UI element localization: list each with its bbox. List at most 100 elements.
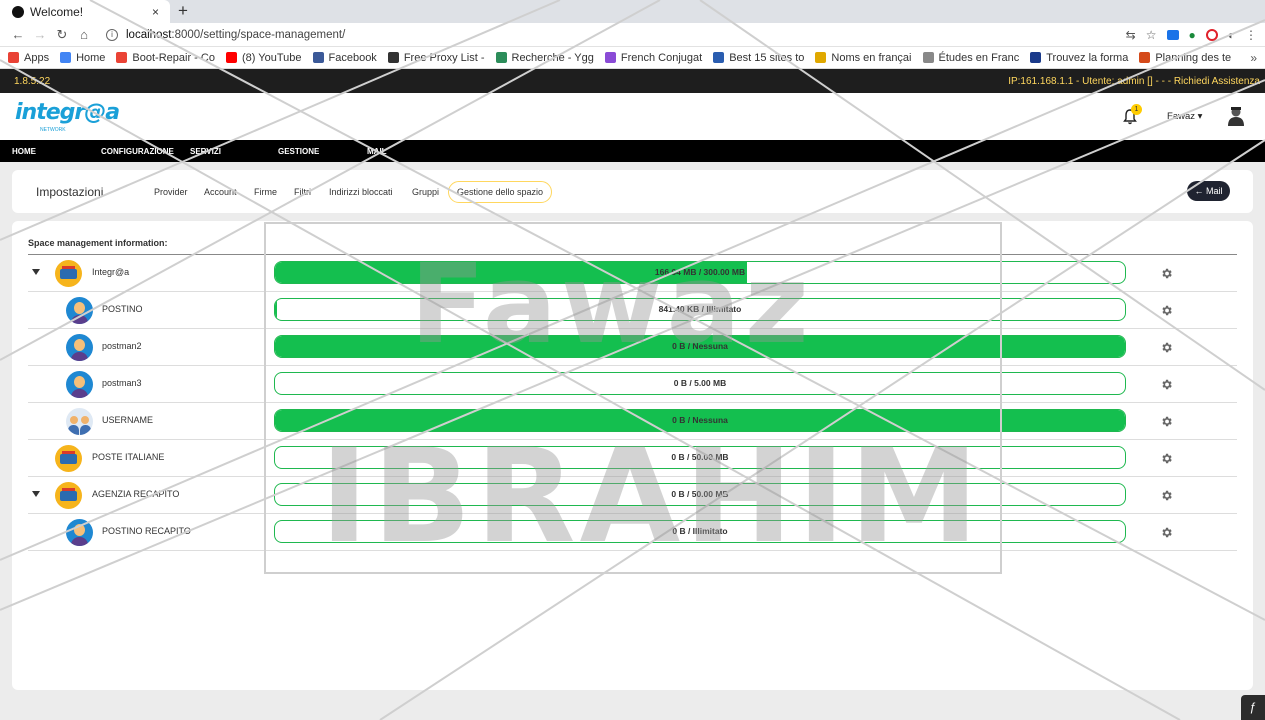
extension-grey-icon[interactable]: ◐ [1228, 28, 1235, 42]
gear-icon[interactable] [1160, 452, 1173, 465]
star-icon[interactable]: ☆ [1146, 28, 1157, 42]
bookmark-item[interactable]: Free Proxy List - [387, 51, 485, 64]
bookmark-icon [225, 52, 237, 63]
bookmark-icon [604, 52, 616, 63]
gear-icon[interactable] [1160, 341, 1173, 354]
gear-icon[interactable] [1160, 526, 1173, 539]
tab-account[interactable]: Account [204, 187, 237, 197]
usage-progress-bar: 0 B / 50.00 MB [274, 483, 1126, 506]
gear-icon[interactable] [1160, 378, 1173, 391]
bookmark-item[interactable]: Études en Franc [922, 51, 1020, 64]
integra-logo[interactable]: integr@a NETWORK [15, 101, 120, 134]
nav-configurazione[interactable]: CONFIGURAZIONE [101, 147, 174, 156]
settings-heading: Impostazioni [36, 185, 104, 199]
forward-icon[interactable]: → [30, 27, 50, 42]
usage-text: 841.40 KB / Illimitato [658, 304, 742, 314]
bookmark-item[interactable]: Best 15 sites to [713, 52, 804, 64]
translate-icon[interactable]: ⇆ [1126, 28, 1136, 42]
bookmark-label: Apps [24, 51, 50, 64]
gear-icon[interactable] [1160, 304, 1173, 317]
nav-mail[interactable]: MAIL [367, 147, 387, 156]
gear-icon[interactable] [1160, 267, 1173, 280]
home-icon[interactable]: ⌂ [74, 27, 94, 42]
bookmark-icon [312, 52, 324, 63]
bookmark-item[interactable]: Recherche - Ygg [495, 52, 594, 64]
bookmark-item[interactable]: Boot-Repair - Co [116, 52, 215, 64]
bookmark-label: Planning des te [1155, 51, 1232, 64]
org-icon [55, 445, 82, 472]
gear-icon[interactable] [1160, 489, 1173, 502]
tab-gestione-spazio[interactable]: Gestione dello spazio [448, 181, 553, 203]
table-row[interactable]: postman3 0 B / 5.00 MB [28, 366, 1237, 403]
browser-tab[interactable]: Welcome! × [0, 0, 170, 23]
bookmark-item[interactable]: French Conjugat [604, 52, 702, 64]
table-row[interactable]: AGENZIA RECAPITO 0 B / 50.00 MB [28, 477, 1237, 514]
bookmark-icon [815, 52, 827, 63]
usage-text: 0 B / 5.00 MB [673, 378, 727, 388]
nav-home[interactable]: HOME [12, 147, 36, 156]
symfony-toolbar-icon[interactable]: ƒ [1241, 695, 1265, 720]
reload-icon[interactable]: ↻ [52, 27, 72, 43]
row-label: postman2 [102, 341, 142, 351]
bookmark-item[interactable]: Planning des te [1139, 52, 1231, 64]
mail-button[interactable]: ← Mail [1187, 181, 1230, 201]
usage-text: 0 B / 50.00 MB [671, 489, 729, 499]
user-menu[interactable]: Fawaz ▾ [1167, 111, 1202, 122]
extension-icon[interactable] [1166, 29, 1179, 40]
bookmark-label: Free Proxy List - [403, 51, 485, 64]
bookmark-label: Boot-Repair - Co [132, 51, 215, 64]
caret-down-icon[interactable] [32, 269, 40, 275]
caret-down-icon[interactable] [32, 491, 40, 497]
table-row[interactable]: Integr@a 166.64 MB / 300.00 MB [28, 255, 1237, 292]
usage-progress-bar: 0 B / 50.00 MB [274, 446, 1126, 469]
row-label: Integr@a [92, 267, 130, 277]
bookmark-label: Études en Franc [938, 51, 1020, 64]
bookmark-item[interactable]: Trouvez la forma [1030, 52, 1128, 64]
tab-firme[interactable]: Firme [254, 187, 277, 197]
table-row[interactable]: POSTINO RECAPITO 0 B / Illimitato [28, 514, 1237, 551]
table-row[interactable]: USERNAME 0 B / Nessuna [28, 403, 1237, 440]
bookmark-item[interactable]: Home [60, 52, 105, 64]
close-tab-icon[interactable]: × [152, 5, 170, 19]
bookmark-icon [116, 52, 128, 63]
gear-icon[interactable] [1160, 415, 1173, 428]
symfony-icon [12, 5, 24, 18]
url-field[interactable]: i localhost :8000/setting/space-manageme… [106, 28, 1126, 41]
bookmark-icon [495, 52, 507, 63]
back-icon[interactable]: ← [8, 27, 28, 42]
opera-icon[interactable] [1205, 28, 1218, 41]
tab-indirizzi-bloccati[interactable]: Indirizzi bloccati [329, 187, 393, 197]
address-bar: ← → ↻ ⌂ i localhost :8000/setting/space-… [0, 23, 1265, 47]
usage-text: 0 B / Illimitato [672, 526, 728, 536]
info-icon[interactable]: i [106, 28, 118, 41]
bookmark-item[interactable]: Facebook [312, 52, 377, 64]
nav-servizi[interactable]: SERVIZI [190, 147, 221, 156]
user-avatar-icon[interactable] [1227, 106, 1245, 126]
bookmark-icon [922, 52, 934, 63]
menu-icon[interactable]: ⋮ [1245, 28, 1257, 42]
bookmark-icon [8, 52, 19, 63]
row-label: postman3 [102, 378, 142, 388]
bell-icon[interactable]: 1 [1122, 104, 1142, 125]
row-label: USERNAME [102, 415, 154, 425]
bookmark-item[interactable]: (8) YouTube [225, 52, 302, 64]
bookmarks-more-icon[interactable]: » [1250, 51, 1257, 65]
org-icon [55, 482, 82, 509]
nav-gestione[interactable]: GESTIONE [278, 147, 319, 156]
table-row[interactable]: POSTE ITALIANE 0 B / 50.00 MB [28, 440, 1237, 477]
extension-green-icon[interactable]: ● [1189, 28, 1196, 42]
tab-filtri[interactable]: Filtri [294, 187, 311, 197]
bookmark-item[interactable]: Apps [8, 52, 49, 64]
table-row[interactable]: POSTINO 841.40 KB / Illimitato [28, 292, 1237, 329]
usage-progress-bar: 0 B / Nessuna [274, 409, 1126, 432]
bookmark-item[interactable]: Noms en françai [815, 52, 912, 64]
status-info[interactable]: IP:161.168.1.1 - Utente: admin [] - - - … [1008, 76, 1260, 87]
usage-progress-bar: 166.64 MB / 300.00 MB [274, 261, 1126, 284]
usage-text: 0 B / Nessuna [672, 341, 728, 351]
bookmark-label: Home [76, 51, 106, 64]
tab-provider[interactable]: Provider [154, 187, 188, 197]
tab-gruppi[interactable]: Gruppi [412, 187, 439, 197]
table-row[interactable]: postman2 0 B / Nessuna [28, 329, 1237, 366]
new-tab-button[interactable]: + [178, 1, 188, 21]
panel-title: Space management information: [28, 238, 168, 248]
